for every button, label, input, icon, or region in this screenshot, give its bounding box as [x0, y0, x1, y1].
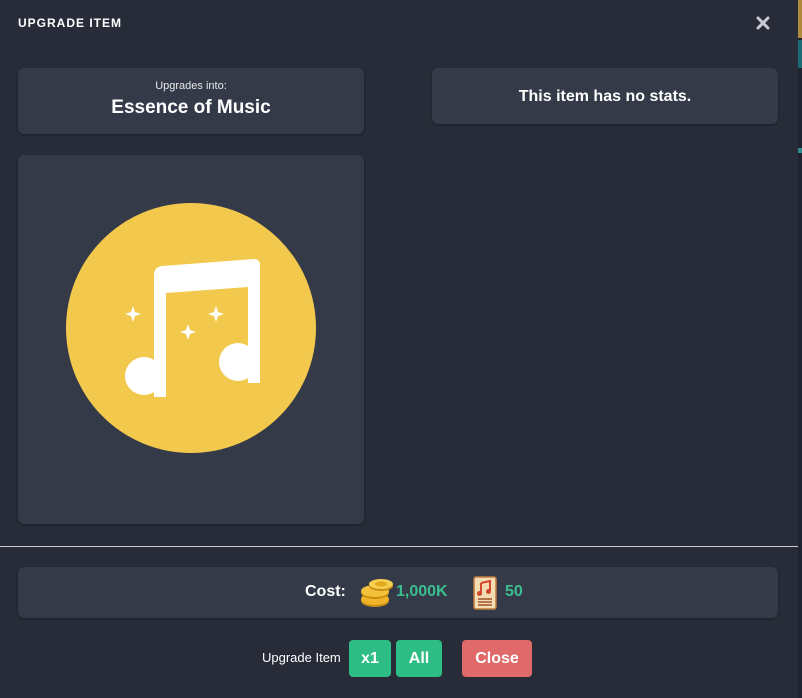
cost-panel: Cost: 1,000K 50	[18, 567, 778, 618]
upgrade-all-button[interactable]: All	[396, 640, 442, 677]
music-note-icon	[66, 203, 316, 453]
item-image-panel	[18, 155, 364, 524]
modal-title: UPGRADE ITEM	[18, 16, 123, 30]
background-edge	[798, 0, 802, 698]
upgrade-x1-button[interactable]: x1	[349, 640, 391, 677]
music-sheet-icon	[472, 576, 498, 615]
upgrades-into-panel: Upgrades into: Essence of Music	[18, 68, 364, 134]
upgrade-item-label: Upgrade Item	[262, 650, 341, 665]
item-stats-panel: This item has no stats.	[432, 68, 778, 124]
close-icon[interactable]	[752, 12, 774, 34]
cost-label: Cost:	[305, 583, 346, 600]
sheet-cost-value: 50	[505, 583, 523, 600]
no-stats-message: This item has no stats.	[518, 88, 692, 105]
upgrade-item-modal: UPGRADE ITEM Upgrades into: Essence of M…	[0, 0, 798, 698]
close-button[interactable]: Close	[462, 640, 532, 677]
coin-cost-value: 1,000K	[396, 583, 448, 600]
section-divider	[0, 546, 798, 547]
upgrades-into-label: Upgrades into:	[155, 80, 227, 92]
gold-coins-icon	[359, 575, 395, 616]
upgraded-item-name: Essence of Music	[111, 97, 271, 118]
